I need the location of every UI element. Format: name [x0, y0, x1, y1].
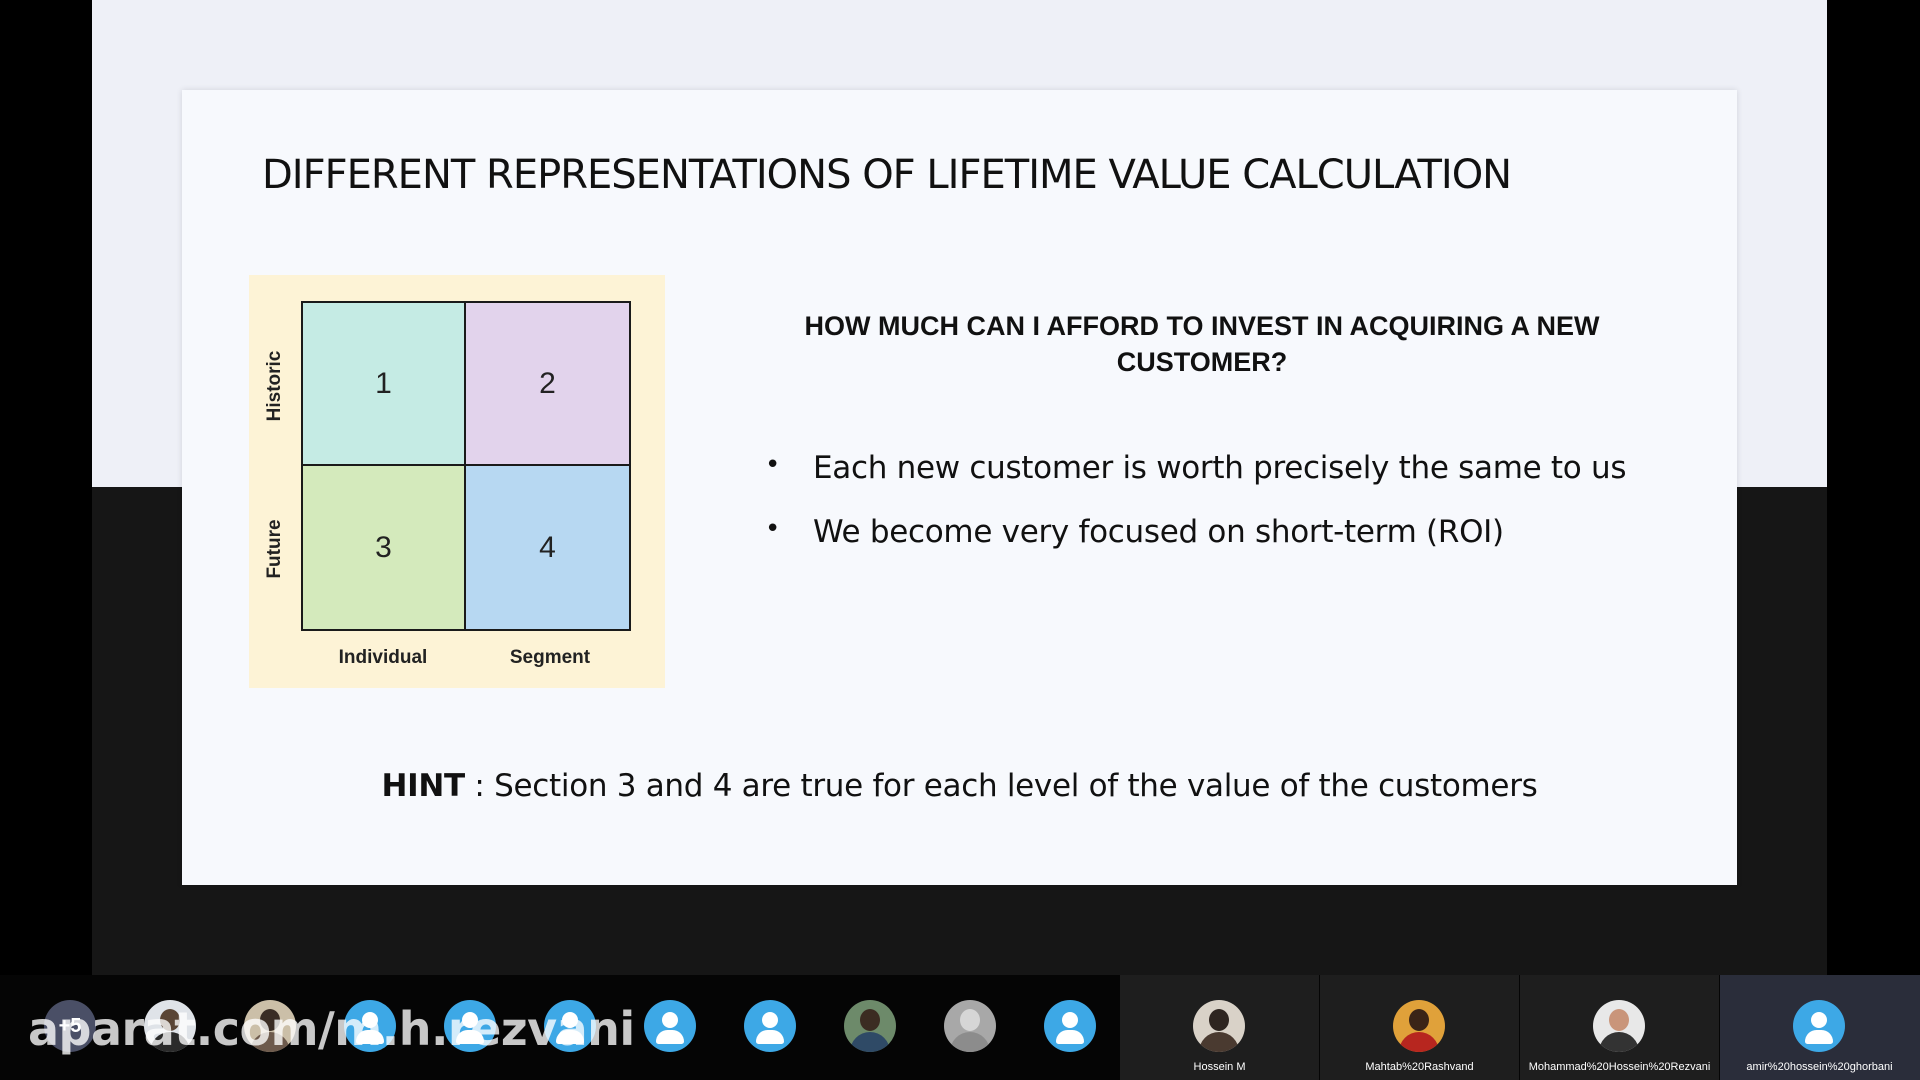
- participant-tile-amir-hossein[interactable]: amir%20hossein%20ghorbani: [1720, 975, 1920, 1080]
- participant-photo-avatar: [1393, 1000, 1445, 1052]
- matrix-cell-4: 4: [466, 466, 629, 629]
- bullet-dot-icon: •: [765, 450, 781, 480]
- matrix-cell-3: 3: [303, 466, 466, 629]
- ltv-matrix: Historic Future 1 2 3 4 Individual Segme…: [249, 275, 665, 688]
- slide-title: DIFFERENT REPRESENTATIONS OF LIFETIME VA…: [262, 152, 1512, 198]
- participant-tile-mahtab[interactable]: Mahtab%20Rashvand: [1320, 975, 1519, 1080]
- participant-tile[interactable]: [725, 975, 815, 1080]
- column-label-individual: Individual: [338, 647, 428, 668]
- default-user-icon: [1044, 1000, 1096, 1052]
- shared-screen: DIFFERENT REPRESENTATIONS OF LIFETIME VA…: [92, 0, 1827, 975]
- default-user-icon: [644, 1000, 696, 1052]
- bullet-item: • Each new customer is worth precisely t…: [765, 450, 1665, 514]
- participant-tile-mohammad-hossein[interactable]: Mohammad%20Hossein%20Rezvani: [1520, 975, 1719, 1080]
- presentation-slide: DIFFERENT REPRESENTATIONS OF LIFETIME VA…: [182, 90, 1737, 885]
- bullet-item: • We become very focused on short-term (…: [765, 514, 1665, 578]
- bullet-text: We become very focused on short-term (RO…: [813, 514, 1504, 550]
- hint-label: HINT: [381, 768, 466, 804]
- participant-tile-hossein-m[interactable]: Hossein M: [1120, 975, 1319, 1080]
- matrix-grid: 1 2 3 4: [301, 301, 631, 631]
- row-label-future: Future: [264, 519, 285, 579]
- participant-photo-avatar: [1193, 1000, 1245, 1052]
- participant-name: Mohammad%20Hossein%20Rezvani: [1528, 1061, 1711, 1073]
- column-label-segment: Segment: [509, 647, 591, 668]
- participant-tile[interactable]: [825, 975, 915, 1080]
- bullet-text: Each new customer is worth precisely the…: [813, 450, 1627, 486]
- hint-text: : Section 3 and 4 are true for each leve…: [464, 768, 1538, 804]
- participant-photo-avatar: [944, 1000, 996, 1052]
- watermark: aparat.com/m.h.rezvani: [28, 1002, 635, 1056]
- matrix-cell-1: 1: [303, 303, 466, 466]
- bullet-dot-icon: •: [765, 514, 781, 544]
- participant-tile[interactable]: [925, 975, 1015, 1080]
- participant-tile[interactable]: [625, 975, 715, 1080]
- participant-tile[interactable]: [1025, 975, 1115, 1080]
- participant-name: amir%20hossein%20ghorbani: [1746, 1061, 1893, 1073]
- participant-name: Mahtab%20Rashvand: [1365, 1061, 1474, 1073]
- default-user-icon: [1793, 1000, 1845, 1052]
- participant-name: Hossein M: [1193, 1061, 1246, 1073]
- row-label-historic: Historic: [264, 350, 285, 422]
- slide-question: HOW MUCH CAN I AFFORD TO INVEST IN ACQUI…: [804, 311, 1600, 377]
- participant-photo-avatar: [1593, 1000, 1645, 1052]
- bullet-list: • Each new customer is worth precisely t…: [765, 450, 1665, 578]
- matrix-cell-2: 2: [466, 303, 629, 466]
- slide-hint: HINT : Section 3 and 4 are true for each…: [182, 768, 1737, 804]
- default-user-icon: [744, 1000, 796, 1052]
- participant-photo-avatar: [844, 1000, 896, 1052]
